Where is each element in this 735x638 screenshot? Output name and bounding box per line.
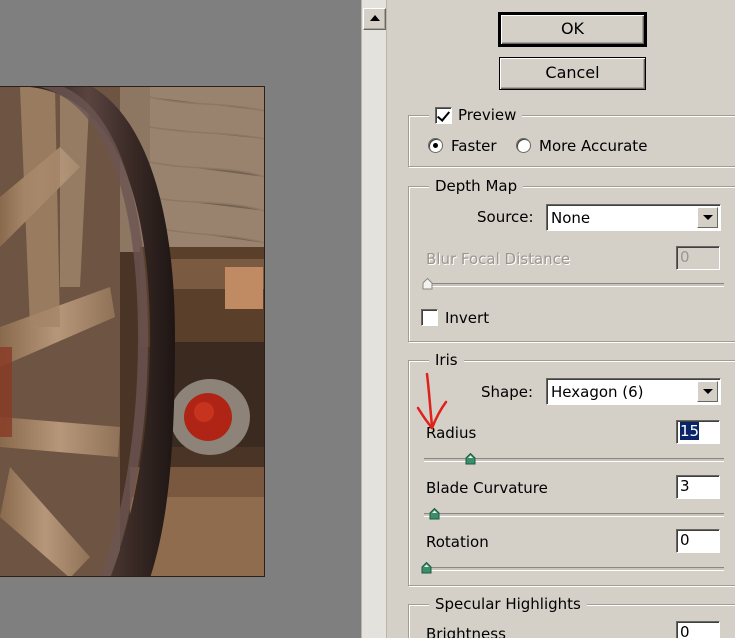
depth-map-title: Depth Map	[429, 176, 524, 196]
faster-radio[interactable]	[428, 138, 443, 153]
preview-canvas[interactable]	[0, 0, 361, 638]
slider-thumb-icon	[422, 278, 433, 290]
preview-image	[0, 86, 265, 577]
blur-focal-distance-input: 0	[676, 246, 720, 270]
brightness-input[interactable]: 0	[676, 621, 720, 638]
rotation-input[interactable]: 0	[676, 529, 720, 553]
invert-checkbox[interactable]	[421, 309, 438, 326]
faster-radio-label[interactable]: Faster	[451, 136, 497, 156]
slider-thumb-icon[interactable]	[429, 508, 440, 520]
blur-focal-distance-slider	[424, 283, 724, 287]
preview-checkbox[interactable]	[435, 106, 452, 124]
preview-group: Preview Faster More Accurate	[408, 105, 735, 167]
cancel-button[interactable]: Cancel	[499, 57, 646, 90]
radius-value: 15	[680, 422, 700, 440]
slider-thumb-icon[interactable]	[465, 453, 476, 465]
slider-thumb-icon[interactable]	[421, 562, 432, 574]
source-select-value: None	[551, 209, 591, 227]
specular-highlights-title: Specular Highlights	[429, 594, 587, 614]
rotation-label: Rotation	[426, 533, 489, 551]
dropdown-arrow-icon[interactable]	[697, 381, 718, 402]
scroll-up-arrow-icon[interactable]	[363, 8, 386, 30]
iris-title: Iris	[429, 350, 464, 370]
source-label: Source:	[477, 208, 534, 226]
dropdown-arrow-icon[interactable]	[697, 207, 718, 228]
red-annotation-arrow-icon	[416, 372, 448, 430]
blade-curvature-label: Blade Curvature	[426, 479, 548, 497]
blur-focal-distance-label: Blur Focal Distance	[426, 250, 571, 268]
specular-highlights-group: Specular Highlights Brightness 0	[408, 594, 735, 638]
more-accurate-radio-label[interactable]: More Accurate	[539, 136, 647, 156]
more-accurate-radio[interactable]	[516, 138, 531, 153]
source-select[interactable]: None	[546, 204, 721, 231]
rotation-slider[interactable]	[424, 567, 724, 571]
radius-input[interactable]: 15	[676, 420, 720, 444]
ok-button[interactable]: OK	[498, 12, 647, 47]
preview-checkbox-label: Preview	[458, 106, 517, 124]
shape-select[interactable]: Hexagon (6)	[546, 378, 721, 405]
depth-map-group: Depth Map Source: None Blur Focal Distan…	[408, 176, 735, 342]
shape-label: Shape:	[481, 383, 534, 401]
blade-curvature-input[interactable]: 3	[676, 475, 720, 499]
shape-select-value: Hexagon (6)	[551, 383, 644, 401]
vertical-scrollbar[interactable]	[361, 0, 387, 638]
invert-label[interactable]: Invert	[445, 308, 489, 328]
preview-group-title: Preview	[429, 105, 523, 125]
blade-curvature-slider[interactable]	[424, 513, 724, 517]
brightness-label: Brightness	[426, 625, 506, 638]
iris-group: Iris Shape: Hexagon (6) Radius 15 Blade …	[408, 350, 735, 586]
